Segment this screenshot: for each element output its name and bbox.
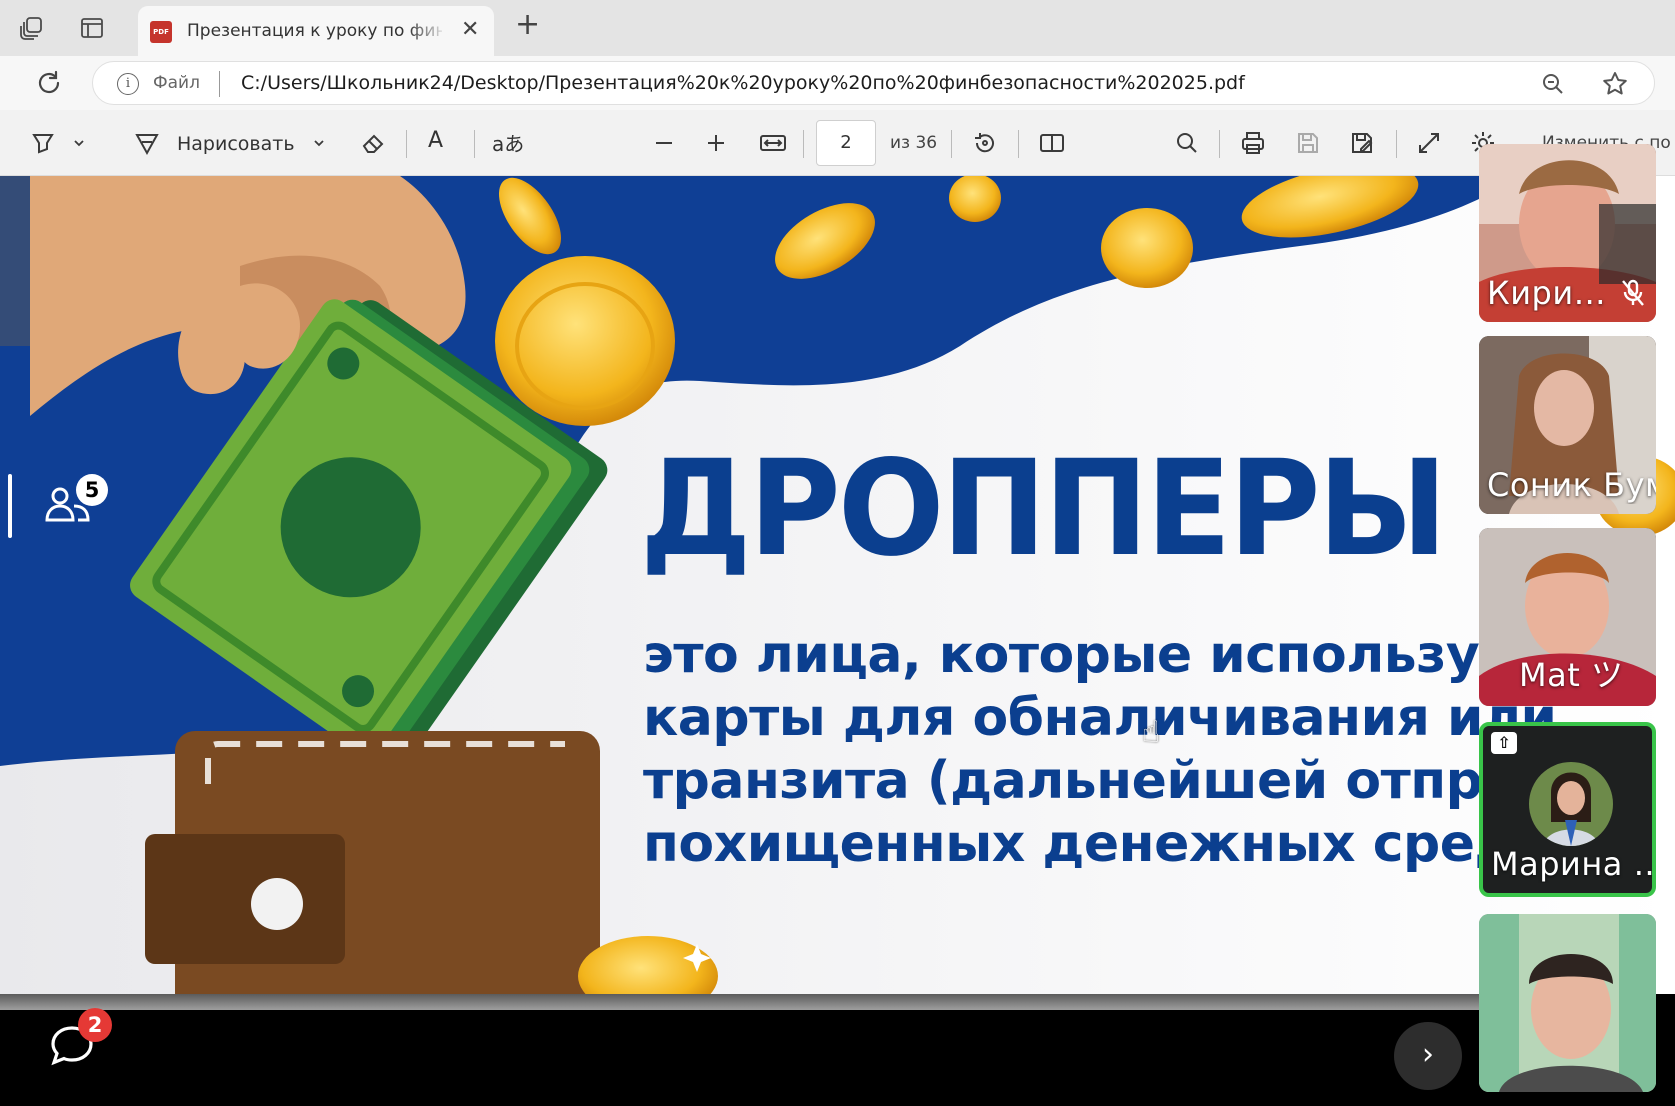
save-as-icon[interactable] <box>1349 130 1375 156</box>
participant-name: Соник Бум <box>1487 466 1656 504</box>
left-panel-shade <box>0 176 30 346</box>
side-panel-handle[interactable] <box>8 474 12 538</box>
participant-name: Марина … <box>1491 845 1652 883</box>
page-number-input[interactable]: 2 <box>816 120 876 166</box>
participant-name: Mat ツ <box>1519 656 1624 694</box>
tab-title: Презентация к уроку по финбезопасности 2… <box>187 21 442 41</box>
meeting-bottom-bar: 2 › <box>0 994 1675 1106</box>
pdf-icon: PDF <box>150 21 172 43</box>
chat-unread-badge: 2 <box>78 1008 112 1042</box>
participant-tile[interactable] <box>1479 914 1656 1092</box>
workspaces-icon[interactable] <box>18 14 46 42</box>
toolbar-divider <box>1396 130 1397 158</box>
eraser-icon[interactable] <box>360 130 386 156</box>
participants-button[interactable]: 5 <box>44 474 108 534</box>
participant-tile[interactable]: Mat ツ <box>1479 528 1656 706</box>
mic-off-icon <box>1620 278 1646 308</box>
browser-tab[interactable]: PDF Презентация к уроку по финбезопаснос… <box>138 6 494 56</box>
page-total-label: из 36 <box>890 133 938 153</box>
draw-icon[interactable] <box>134 130 160 156</box>
page-view-icon[interactable] <box>1038 130 1066 156</box>
draw-label[interactable]: Нарисовать <box>177 133 295 155</box>
favorite-star-icon[interactable] <box>1600 69 1630 99</box>
rotate-icon[interactable] <box>972 130 998 156</box>
toolbar-divider <box>803 130 804 158</box>
pdf-slide: ДРОППЕРЫ это лица, которые используют ка… <box>0 176 1675 994</box>
toolbar-divider <box>1219 130 1220 158</box>
participant-tile[interactable]: Соник Бум <box>1479 336 1656 514</box>
search-icon[interactable] <box>1174 130 1200 156</box>
vertical-tabs-icon[interactable] <box>78 14 106 42</box>
participant-tile[interactable]: Кири… <box>1479 144 1656 322</box>
slide-title: ДРОППЕРЫ <box>640 432 1448 586</box>
toolbar-divider <box>1018 130 1019 158</box>
fullscreen-icon[interactable] <box>1416 130 1442 156</box>
slide-bottom-edge <box>0 994 1480 1010</box>
participant-video <box>1479 914 1656 1092</box>
print-icon[interactable] <box>1240 130 1266 156</box>
pdf-toolbar: Нарисовать A aあ 2 из 36 Изменить с по <box>0 110 1675 176</box>
address-divider <box>219 71 220 97</box>
zoom-in-icon[interactable] <box>703 130 729 156</box>
participants-count-badge: 5 <box>76 474 108 506</box>
file-scheme-label: Файл <box>153 73 200 93</box>
toolbar-divider <box>951 130 952 158</box>
chat-button[interactable]: 2 <box>48 1008 112 1068</box>
save-icon[interactable] <box>1295 130 1321 156</box>
fit-width-icon[interactable] <box>759 130 787 156</box>
url-text[interactable]: C:/Users/Школьник24/Desktop/Презентация%… <box>241 72 1245 94</box>
reload-icon[interactable] <box>34 68 64 98</box>
close-tab-icon[interactable]: ✕ <box>461 19 479 41</box>
new-tab-button[interactable]: + <box>515 10 540 40</box>
highlight-icon[interactable] <box>30 130 56 156</box>
zoom-out-icon[interactable] <box>651 130 677 156</box>
tab-title-fade <box>408 14 448 48</box>
address-field[interactable]: i Файл C:/Users/Школьник24/Desktop/Презе… <box>92 61 1655 105</box>
info-icon[interactable]: i <box>117 73 139 95</box>
avatar <box>1529 762 1613 846</box>
chevron-down-icon[interactable] <box>72 130 86 156</box>
toolbar-divider <box>474 130 475 158</box>
browser-tab-bar: PDF Презентация к уроку по финбезопаснос… <box>0 0 1675 56</box>
translate-icon[interactable]: aあ <box>492 128 524 157</box>
screen: PDF Презентация к уроку по финбезопаснос… <box>0 0 1675 1106</box>
chevron-down-icon[interactable] <box>312 130 326 156</box>
hand-cursor-icon: ☝ <box>1142 715 1161 750</box>
next-page-button[interactable]: › <box>1394 1022 1462 1090</box>
zoom-out-icon[interactable] <box>1540 71 1566 97</box>
participant-tile-speaking[interactable]: ⇧ Марина … <box>1479 722 1656 897</box>
read-aloud-icon[interactable]: A <box>428 128 443 153</box>
toolbar-divider <box>406 130 407 158</box>
address-bar-row: i Файл C:/Users/Школьник24/Desktop/Презе… <box>0 56 1675 110</box>
screen-share-icon: ⇧ <box>1491 732 1517 754</box>
